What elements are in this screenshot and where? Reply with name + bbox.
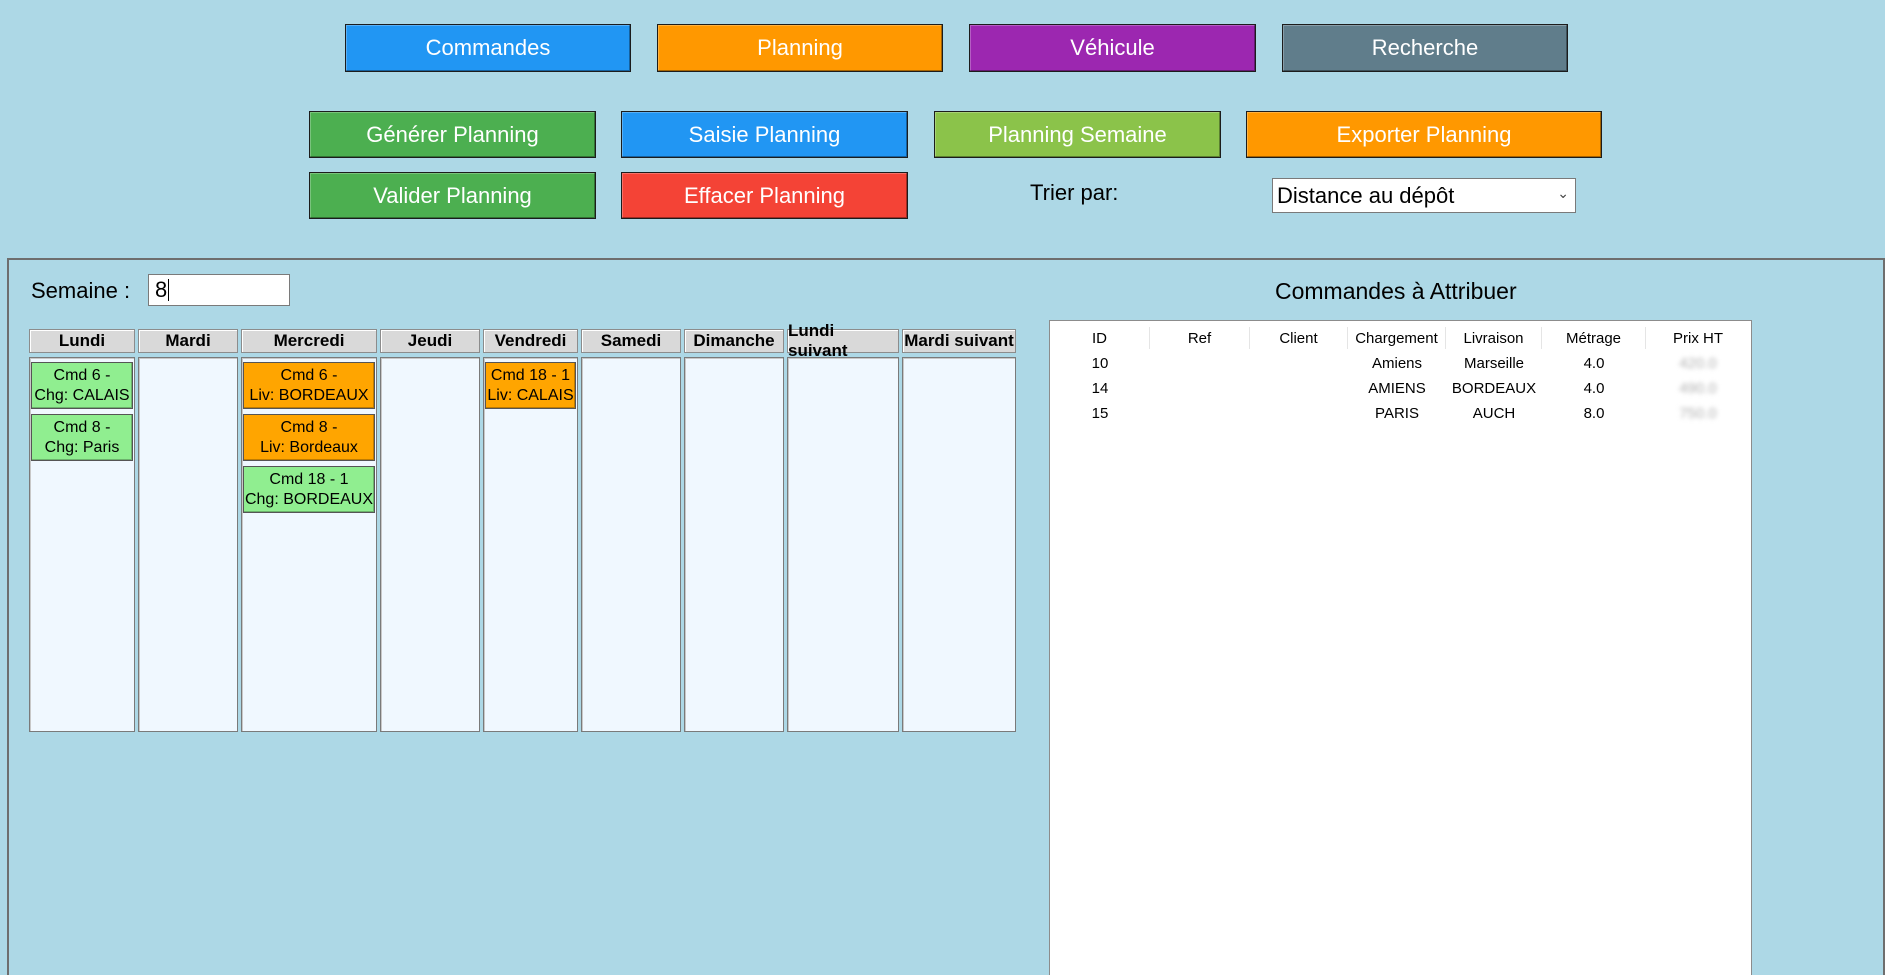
- column-header-chargement[interactable]: Chargement: [1348, 327, 1446, 349]
- week-label: Semaine :: [31, 278, 131, 303]
- day-column-lundi-suivant[interactable]: [787, 357, 899, 732]
- card-detail: Liv: BORDEAUX: [249, 386, 369, 404]
- cell-livraison: BORDEAUX: [1451, 379, 1537, 397]
- schedule-card[interactable]: Cmd 6 - Liv: BORDEAUX: [243, 362, 375, 409]
- recherche-button[interactable]: Recherche: [1282, 24, 1568, 72]
- day-column-vendredi[interactable]: [483, 357, 578, 732]
- orders-table[interactable]: ID Ref Client Chargement Livraison Métra…: [1049, 320, 1752, 975]
- cell-prix-ht: 490.0: [1679, 379, 1717, 397]
- exporter-planning-button[interactable]: Exporter Planning: [1246, 111, 1602, 158]
- table-row[interactable]: 15 PARIS AUCH 8.0 750.0: [1050, 403, 1751, 427]
- day-header-lundi-suivant: Lundi suivant: [787, 321, 899, 360]
- text-cursor: [168, 279, 170, 301]
- cell-livraison: AUCH: [1472, 404, 1516, 422]
- day-column-jeudi[interactable]: [380, 357, 480, 732]
- cell-prix-ht: 750.0: [1679, 404, 1717, 422]
- card-detail: Chg: Paris: [44, 438, 120, 456]
- column-header-prix-ht[interactable]: Prix HT: [1646, 327, 1750, 349]
- week-input[interactable]: 8: [148, 274, 290, 306]
- schedule-card[interactable]: Cmd 8 - Liv: Bordeaux: [243, 414, 375, 461]
- day-header-vendredi: Vendredi: [483, 329, 578, 353]
- cell-metrage: 4.0: [1583, 379, 1605, 397]
- orders-title: Commandes à Attribuer: [1275, 278, 1517, 304]
- cell-chargement: PARIS: [1375, 404, 1419, 422]
- column-header-client[interactable]: Client: [1250, 327, 1348, 349]
- day-header-samedi: Samedi: [581, 329, 681, 353]
- day-header-lundi: Lundi: [29, 329, 135, 353]
- chevron-down-icon: ⌄: [1557, 185, 1569, 201]
- cell-chargement: AMIENS: [1368, 379, 1426, 397]
- day-header-jeudi: Jeudi: [380, 329, 480, 353]
- day-header-mardi: Mardi: [138, 329, 238, 353]
- day-header-mardi-suivant: Mardi suivant: [902, 329, 1016, 353]
- saisie-planning-button[interactable]: Saisie Planning: [621, 111, 908, 158]
- generer-planning-button[interactable]: Générer Planning: [309, 111, 596, 158]
- schedule-card[interactable]: Cmd 18 - 1 Chg: BORDEAUX: [243, 466, 375, 513]
- week-value: 8: [155, 277, 168, 302]
- schedule-card[interactable]: Cmd 8 - Chg: Paris: [31, 414, 133, 461]
- card-title: Cmd 18 - 1: [490, 366, 571, 384]
- schedule-card[interactable]: Cmd 6 - Chg: CALAIS: [31, 362, 133, 409]
- day-column-mardi-suivant[interactable]: [902, 357, 1016, 732]
- table-row[interactable]: 14 AMIENS BORDEAUX 4.0 490.0: [1050, 378, 1751, 402]
- planning-button[interactable]: Planning: [657, 24, 943, 72]
- sort-select[interactable]: Distance au dépôt ⌄: [1272, 178, 1576, 213]
- card-title: Cmd 8 -: [280, 418, 338, 436]
- cell-prix-ht: 420.0: [1679, 354, 1717, 372]
- cell-id: 15: [1091, 404, 1109, 422]
- sort-label: Trier par:: [1030, 180, 1119, 205]
- valider-planning-button[interactable]: Valider Planning: [309, 172, 596, 219]
- sort-selected-value: Distance au dépôt: [1277, 182, 1455, 208]
- cell-livraison: Marseille: [1463, 354, 1524, 372]
- commandes-button[interactable]: Commandes: [345, 24, 631, 72]
- effacer-planning-button[interactable]: Effacer Planning: [621, 172, 908, 219]
- day-column-dimanche[interactable]: [684, 357, 784, 732]
- day-header-mercredi: Mercredi: [241, 329, 377, 353]
- day-column-samedi[interactable]: [581, 357, 681, 732]
- card-title: Cmd 8 -: [53, 418, 111, 436]
- card-detail: Chg: CALAIS: [34, 386, 130, 404]
- vehicule-button[interactable]: Véhicule: [969, 24, 1256, 72]
- column-header-ref[interactable]: Ref: [1150, 327, 1250, 349]
- cell-metrage: 8.0: [1583, 404, 1605, 422]
- card-detail: Liv: Bordeaux: [260, 438, 358, 456]
- table-row[interactable]: 10 Amiens Marseille 4.0 420.0: [1050, 353, 1751, 377]
- cell-chargement: Amiens: [1371, 354, 1423, 372]
- card-detail: Liv: CALAIS: [487, 386, 574, 404]
- cell-id: 10: [1091, 354, 1109, 372]
- cell-id: 14: [1091, 379, 1109, 397]
- card-title: Cmd 6 -: [280, 366, 338, 384]
- card-title: Cmd 6 -: [53, 366, 111, 384]
- column-header-id[interactable]: ID: [1050, 327, 1150, 349]
- card-title: Cmd 18 - 1: [269, 470, 349, 488]
- column-header-metrage[interactable]: Métrage: [1542, 327, 1646, 349]
- day-header-dimanche: Dimanche: [684, 329, 784, 353]
- day-column-mardi[interactable]: [138, 357, 238, 732]
- planning-semaine-button[interactable]: Planning Semaine: [934, 111, 1221, 158]
- card-detail: Chg: BORDEAUX: [244, 490, 374, 508]
- cell-metrage: 4.0: [1583, 354, 1605, 372]
- schedule-card[interactable]: Cmd 18 - 1 Liv: CALAIS: [485, 362, 576, 409]
- column-header-livraison[interactable]: Livraison: [1446, 327, 1542, 349]
